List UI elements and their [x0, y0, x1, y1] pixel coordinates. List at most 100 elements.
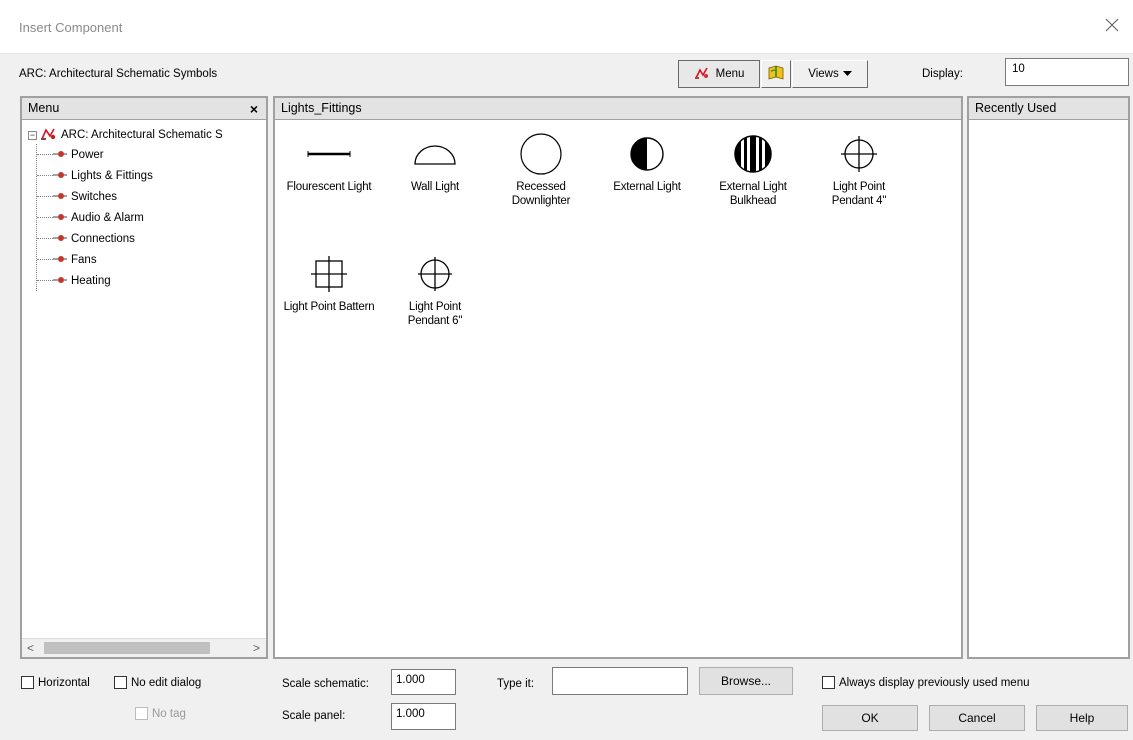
- scale-panel-input[interactable]: 1.000: [391, 703, 456, 730]
- views-label: Views: [808, 68, 839, 80]
- dropdown-arrow-icon: [842, 68, 852, 80]
- striped-circle-icon: [705, 128, 801, 180]
- symbol-label: Flourescent Light: [286, 181, 372, 193]
- no-tag-checkbox[interactable]: No tag: [135, 707, 186, 720]
- square-cross-icon: [281, 248, 377, 300]
- cancel-button[interactable]: Cancel: [929, 705, 1025, 731]
- menu-tree-icon: [694, 66, 710, 83]
- symbol-external-light[interactable]: External Light: [599, 128, 695, 194]
- tree-item-lights-fittings[interactable]: Lights & Fittings: [37, 165, 223, 186]
- close-icon[interactable]: [1103, 16, 1121, 34]
- type-it-input[interactable]: [552, 667, 688, 695]
- scroll-left-icon[interactable]: <: [27, 641, 34, 655]
- half-filled-circle-icon: [599, 128, 695, 180]
- views-icon-button[interactable]: [761, 60, 791, 88]
- symbol-recessed-downlighter[interactable]: Recessed Downlighter: [493, 128, 589, 208]
- display-label: Display:: [922, 68, 963, 80]
- ok-button[interactable]: OK: [822, 705, 918, 731]
- checkbox-box[interactable]: [822, 676, 835, 689]
- plug-icon: [53, 233, 67, 245]
- tree-item-label: Heating: [71, 274, 111, 287]
- circle-icon: [493, 128, 589, 180]
- scroll-thumb[interactable]: [44, 642, 210, 654]
- horizontal-label: Horizontal: [38, 676, 90, 689]
- tree-item-power[interactable]: Power: [37, 144, 223, 165]
- checkbox-box[interactable]: [21, 676, 34, 689]
- symbol-external-light-bulkhead[interactable]: External Light Bulkhead: [705, 128, 801, 208]
- symbol-label: External Light Bulkhead: [719, 181, 787, 207]
- no-edit-dialog-label: No edit dialog: [131, 676, 202, 689]
- plug-icon: [53, 170, 67, 182]
- library-name: ARC: Architectural Schematic Symbols: [19, 68, 218, 80]
- scale-schematic-input[interactable]: 1.000: [391, 669, 456, 695]
- symbols-panel-title: Lights_Fittings: [281, 101, 362, 115]
- scale-panel-label: Scale panel:: [282, 710, 346, 722]
- fluorescent-line-icon: [281, 128, 377, 180]
- symbol-fluorescent-light[interactable]: Flourescent Light: [281, 128, 377, 194]
- horizontal-checkbox[interactable]: Horizontal: [21, 676, 90, 689]
- symbol-label: Light Point Pendant 6": [407, 301, 463, 327]
- menu-panel-title: Menu: [28, 101, 60, 115]
- plug-icon: [53, 254, 67, 266]
- symbol-light-point-pendant-4[interactable]: Light Point Pendant 4": [811, 128, 907, 208]
- symbol-light-point-pendant-6[interactable]: Light Point Pendant 6": [387, 248, 483, 328]
- crosshair-circle-icon: [811, 128, 907, 180]
- symbol-label: Recessed Downlighter: [511, 181, 571, 207]
- tree-item-label: Connections: [71, 232, 135, 245]
- symbols-panel-header: Lights_Fittings: [275, 98, 961, 120]
- display-count-input[interactable]: 10: [1005, 58, 1129, 86]
- book-icon: [767, 65, 785, 84]
- no-edit-dialog-checkbox[interactable]: No edit dialog: [114, 676, 201, 689]
- circle-cross-icon: [387, 248, 483, 300]
- tree-item-audio-alarm[interactable]: Audio & Alarm: [37, 207, 223, 228]
- always-display-label: Always display previously used menu: [839, 676, 1030, 689]
- symbol-label: Wall Light: [410, 181, 460, 193]
- tree-item-heating[interactable]: Heating: [37, 270, 223, 291]
- checkbox-box[interactable]: [114, 676, 127, 689]
- type-it-label: Type it:: [497, 678, 535, 690]
- tree-root-item[interactable]: − ARC: Architectural Schematic S: [28, 126, 223, 144]
- tree-item-label: Lights & Fittings: [71, 169, 153, 182]
- symbol-light-point-battern[interactable]: Light Point Battern: [281, 248, 377, 314]
- symbol-label: Light Point Pendant 4": [831, 181, 887, 207]
- tree-item-label: Switches: [71, 190, 118, 203]
- menu-panel-close-icon[interactable]: ×: [250, 101, 258, 117]
- tree-item-connections[interactable]: Connections: [37, 228, 223, 249]
- title-bar: Insert Component: [0, 0, 1133, 54]
- tree-item-label: Power: [71, 148, 104, 161]
- help-button[interactable]: Help: [1036, 705, 1128, 731]
- tree-item-fans[interactable]: Fans: [37, 249, 223, 270]
- no-tag-label: No tag: [152, 707, 186, 720]
- always-display-menu-checkbox[interactable]: Always display previously used menu: [822, 676, 1029, 689]
- collapse-icon[interactable]: −: [28, 130, 37, 140]
- horizontal-scrollbar[interactable]: < >: [22, 638, 266, 657]
- menu-panel-header: Menu ×: [22, 98, 266, 120]
- tree-children: Power Lights & Fittings Switches Audio &…: [36, 144, 223, 291]
- menu-view-label: Menu: [715, 68, 745, 80]
- symbol-wall-light[interactable]: Wall Light: [387, 128, 483, 194]
- recently-used-header: Recently Used: [969, 98, 1128, 120]
- symbol-label: Light Point Battern: [283, 301, 375, 313]
- scale-schematic-label: Scale schematic:: [282, 678, 369, 690]
- menu-tree: − ARC: Architectural Schematic S Power L…: [28, 126, 223, 291]
- plug-icon: [53, 275, 67, 287]
- symbol-label: External Light: [613, 181, 681, 193]
- recently-used-title: Recently Used: [975, 101, 1057, 115]
- browse-button[interactable]: Browse...: [699, 667, 793, 695]
- checkbox-box[interactable]: [135, 707, 148, 720]
- half-circle-icon: [387, 128, 483, 180]
- tree-item-label: Audio & Alarm: [71, 211, 144, 224]
- scroll-right-icon[interactable]: >: [253, 641, 260, 655]
- library-icon: [41, 127, 57, 144]
- plug-icon: [53, 191, 67, 203]
- tree-root-label: ARC: Architectural Schematic S: [61, 129, 223, 141]
- recently-used-panel: Recently Used: [967, 96, 1130, 659]
- menu-view-button[interactable]: Menu: [678, 60, 760, 88]
- views-dropdown-button[interactable]: Views: [792, 60, 868, 88]
- plug-icon: [53, 149, 67, 161]
- menu-panel: Menu × − ARC: Architectural Schematic S: [20, 96, 268, 659]
- symbols-panel: Lights_Fittings Flourescent Light Wall L…: [273, 96, 963, 659]
- plug-icon: [53, 212, 67, 224]
- tree-item-switches[interactable]: Switches: [37, 186, 223, 207]
- insert-component-dialog: Insert Component ARC: Architectural Sche…: [0, 0, 1133, 740]
